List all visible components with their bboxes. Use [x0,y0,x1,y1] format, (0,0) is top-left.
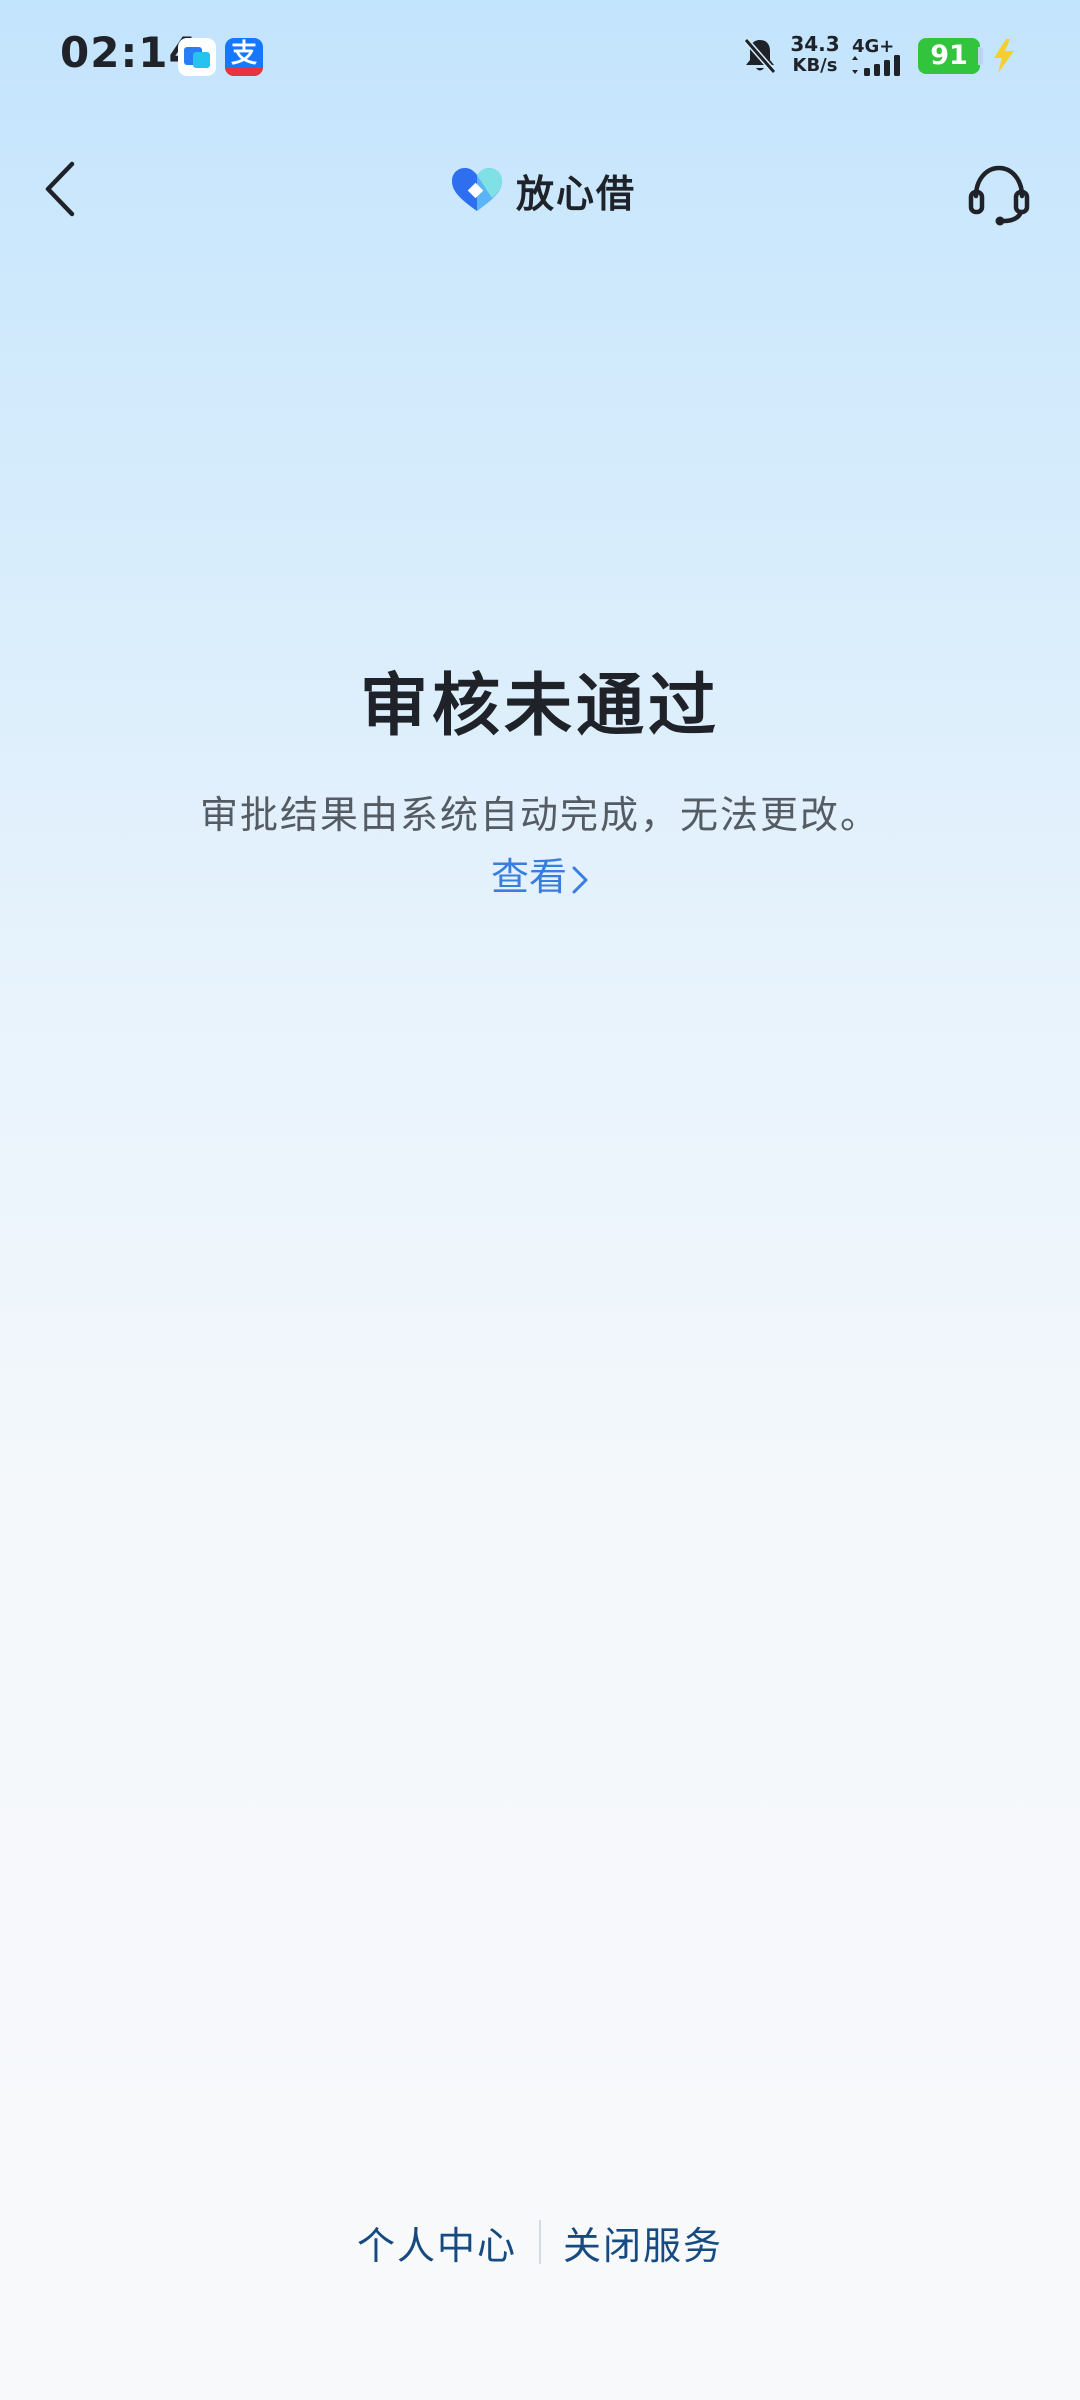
logo-heart-icon [452,168,502,211]
personal-center-link[interactable]: 个人中心 [335,2215,539,2270]
close-service-link[interactable]: 关闭服务 [541,2215,745,2270]
alipay-notification-icon: 支 [225,38,263,76]
battery-indicator: 91 [918,38,980,74]
bell-muted-icon [743,38,777,74]
signal-icon [852,55,900,76]
result-description: 审批结果由系统自动完成，无法更改。 [199,793,880,837]
back-arrow-icon[interactable] [38,158,86,220]
footer-links: 个人中心 关闭服务 [0,2212,1080,2272]
headset-icon[interactable] [966,160,1032,226]
status-bar: 02:14 支 34.3 KB/s 4G+ 91 [0,0,1080,110]
net-speed: 34.3 KB/s [790,33,840,77]
notification-app-icon [178,38,216,76]
bolt-icon [994,39,1014,73]
battery-tip [978,47,983,65]
result-title: 审核未通过 [359,667,720,746]
app-logo: 放心借 [448,160,636,220]
alipay-glyph: 支 [230,39,257,69]
app-name: 放心借 [516,171,637,216]
net-speed-unit: KB/s [792,55,838,76]
view-details-label: 查看 [490,855,567,899]
chevron-right-icon [572,866,588,893]
net-speed-value: 34.3 [790,32,840,56]
view-details-link[interactable]: 查看 [0,846,1080,901]
